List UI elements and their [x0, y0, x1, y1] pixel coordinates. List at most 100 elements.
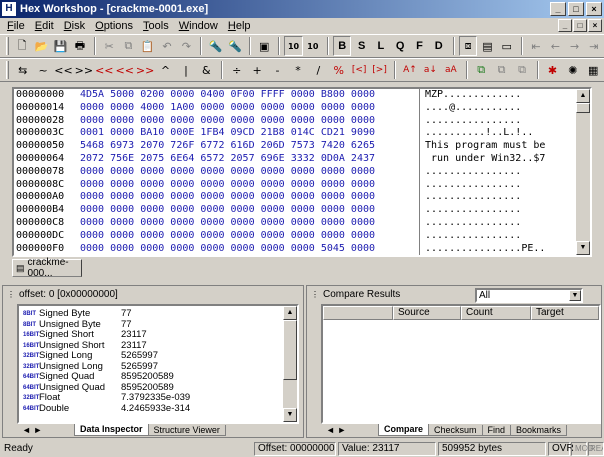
inspector-row[interactable]: 8BIT Signed Byte 77 [23, 308, 132, 320]
rotate-left-icon[interactable]: << [95, 60, 114, 80]
inspector-row[interactable]: 64BIT Signed Quad 8595200589 [23, 371, 174, 383]
copy-icon[interactable]: ⧉ [119, 36, 137, 56]
back-icon[interactable]: ← [546, 36, 564, 56]
hex-editor[interactable]: 00000000 4D5A 5000 0200 0000 0400 0F00 FF… [12, 87, 592, 257]
inspector-scrollbar[interactable]: ▲ ▼ [283, 306, 297, 422]
byte-mode-button[interactable]: 10 [284, 36, 303, 56]
op-quad-button[interactable]: Q [391, 36, 409, 56]
swap-icon[interactable]: ⇆ [13, 60, 32, 80]
toolbar-grip[interactable] [6, 61, 9, 79]
settings-icon[interactable]: ✺ [563, 60, 582, 80]
save-icon[interactable]: 💾 [51, 36, 69, 56]
xor-icon[interactable]: ^ [156, 60, 175, 80]
new-file-icon[interactable]: 🗋 [13, 36, 31, 56]
goto-start-icon[interactable]: ⇤ [527, 36, 545, 56]
mdi-restore-button[interactable]: □ [573, 19, 587, 32]
print-icon[interactable]: 🖶 [71, 36, 89, 56]
divide-icon[interactable]: ÷ [227, 60, 246, 80]
menu-edit[interactable]: Edit [30, 20, 59, 32]
tab-nav-arrows[interactable]: ◄ ► [17, 425, 75, 436]
struct-add-icon[interactable]: ⧉ [512, 60, 531, 80]
scroll-thumb[interactable] [283, 320, 297, 380]
inspector-row[interactable]: 16BIT Signed Short 23117 [23, 329, 147, 341]
scroll-up-icon[interactable]: ▲ [576, 89, 590, 103]
modulus-icon[interactable]: % [329, 60, 348, 80]
shift-right-icon[interactable]: >> [74, 60, 93, 80]
scroll-down-icon[interactable]: ▼ [283, 408, 297, 422]
word-mode-button[interactable]: 10 [304, 36, 322, 56]
op-double-button[interactable]: D [430, 36, 448, 56]
calculator-icon[interactable]: ▦ [584, 60, 603, 80]
invert-case-icon[interactable]: aA [441, 60, 460, 80]
op-short-button[interactable]: S [352, 36, 370, 56]
compare-list[interactable]: Source Count Target [321, 304, 601, 424]
hex-vertical-scrollbar[interactable]: ▲ ▼ [576, 89, 590, 255]
tab-data-inspector[interactable]: Data Inspector [74, 424, 149, 436]
shift-left-icon[interactable]: << [54, 60, 73, 80]
column-target[interactable]: Target [531, 306, 599, 320]
mdi-minimize-button[interactable]: _ [558, 19, 572, 32]
column-count[interactable]: Count [461, 306, 531, 320]
tools-icon[interactable]: ✱ [543, 60, 562, 80]
inspector-row[interactable]: 32BIT Signed Long 5265997 [23, 350, 158, 362]
chevron-down-icon[interactable]: ▼ [569, 290, 581, 301]
rotate-right-icon[interactable]: >> [135, 60, 154, 80]
rotate-left-carry-icon[interactable]: << [115, 60, 134, 80]
subtract-icon[interactable]: - [268, 60, 287, 80]
not-icon[interactable]: ~ [33, 60, 52, 80]
op-float-button[interactable]: F [410, 36, 428, 56]
inspector-row[interactable]: 32BIT Float 7.3792335e-039 [23, 392, 190, 404]
find-next-icon[interactable]: 🔦 [226, 36, 244, 56]
redo-icon[interactable]: ↷ [177, 36, 195, 56]
compare-icon[interactable]: ▣ [255, 36, 273, 56]
slash-icon[interactable]: / [309, 60, 328, 80]
uppercase-icon[interactable]: A↑ [400, 60, 419, 80]
tab-find[interactable]: Find [481, 425, 512, 436]
scroll-thumb[interactable] [576, 103, 590, 113]
goto-end-icon[interactable]: ⇥ [585, 36, 603, 56]
compare-filter-select[interactable]: All ▼ [475, 288, 583, 303]
lowercase-icon[interactable]: a↓ [421, 60, 440, 80]
and-icon[interactable]: & [197, 60, 216, 80]
op-byte-button[interactable]: B [333, 36, 352, 56]
tab-checksum[interactable]: Checksum [428, 425, 483, 436]
tab-bookmarks[interactable]: Bookmarks [510, 425, 568, 436]
paste-icon[interactable]: 📋 [139, 36, 157, 56]
scroll-down-icon[interactable]: ▼ [576, 241, 590, 255]
tab-structure-viewer[interactable]: Structure Viewer [147, 425, 226, 436]
inspector-row[interactable]: 64BIT Double 4.2465933e-314 [23, 403, 190, 415]
find-icon[interactable]: 🔦 [206, 36, 224, 56]
results-toggle-icon[interactable]: ▤ [478, 36, 496, 56]
op-long-button[interactable]: L [372, 36, 390, 56]
menu-disk[interactable]: Disk [59, 20, 90, 32]
toolbar-grip[interactable] [6, 37, 9, 55]
menu-file[interactable]: File [2, 20, 30, 32]
document-tab[interactable]: ▤ crackme-000... [12, 257, 82, 279]
mdi-close-button[interactable]: × [588, 19, 602, 32]
menu-window[interactable]: Window [174, 20, 223, 32]
inspector-row[interactable]: 64BIT Unsigned Quad 8595200589 [23, 382, 174, 394]
add-icon[interactable]: + [247, 60, 266, 80]
undo-icon[interactable]: ↶ [158, 36, 176, 56]
minimize-button[interactable]: _ [550, 2, 566, 16]
or-icon[interactable]: | [176, 60, 195, 80]
window-toggle-icon[interactable]: ▭ [498, 36, 516, 56]
tab-nav-arrows[interactable]: ◄ ► [321, 425, 379, 436]
scroll-up-icon[interactable]: ▲ [283, 306, 297, 320]
menu-options[interactable]: Options [90, 20, 138, 32]
menu-tools[interactable]: Tools [138, 20, 174, 32]
checksum-icon[interactable]: ⧉ [472, 60, 491, 80]
data-inspector-toggle-icon[interactable]: ⧈ [458, 36, 478, 56]
multiply-icon[interactable]: * [288, 60, 307, 80]
block-right-icon[interactable]: [>] [370, 60, 389, 80]
close-button[interactable]: × [586, 2, 602, 16]
open-folder-icon[interactable]: 📂 [32, 36, 50, 56]
struct-icon[interactable]: ⧉ [492, 60, 511, 80]
cut-icon[interactable]: ✂ [100, 36, 118, 56]
inspector-list[interactable]: 8BIT Signed Byte 77 8BIT Unsigned Byte 77 16… [17, 304, 299, 424]
forward-icon[interactable]: → [565, 36, 583, 56]
tab-compare[interactable]: Compare [378, 424, 430, 436]
block-left-icon[interactable]: [<] [349, 60, 368, 80]
column-source[interactable]: Source [393, 306, 461, 320]
maximize-button[interactable]: □ [568, 2, 584, 16]
